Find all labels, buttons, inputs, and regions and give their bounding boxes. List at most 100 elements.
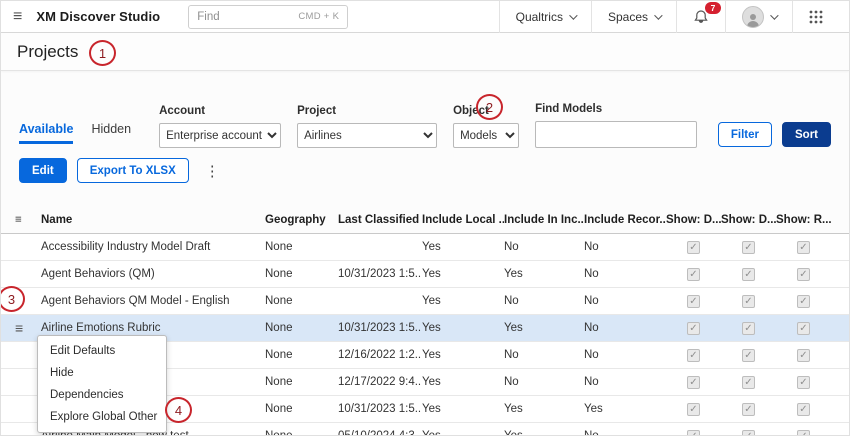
show-checkbox-icon: ✓ xyxy=(742,295,755,308)
row-show-cell: ✓ xyxy=(666,430,721,436)
row-show-cell: ✓ xyxy=(721,376,776,389)
column-show-1[interactable]: Show: D... xyxy=(666,214,721,226)
spaces-menu-label: Spaces xyxy=(608,10,648,24)
column-include-local[interactable]: Include Local ... xyxy=(422,214,504,226)
table-row[interactable]: Accessibility Industry Model DraftNoneYe… xyxy=(1,234,849,261)
edit-button[interactable]: Edit xyxy=(19,158,67,183)
annotation-callout-4: 4 xyxy=(165,397,192,423)
context-menu-item-hide[interactable]: Hide xyxy=(38,362,166,384)
tab-available[interactable]: Available xyxy=(19,122,73,144)
column-geography[interactable]: Geography xyxy=(265,214,338,226)
show-checkbox-icon: ✓ xyxy=(687,241,700,254)
show-checkbox-icon: ✓ xyxy=(797,295,810,308)
row-show-cell: ✓ xyxy=(776,295,831,308)
app-title: XM Discover Studio xyxy=(36,9,160,24)
row-show-cell: ✓ xyxy=(776,376,831,389)
project-select[interactable]: Airlines xyxy=(297,123,437,148)
column-last-classified[interactable]: Last Classified xyxy=(338,214,422,226)
table-header: ≡ Name Geography Last Classified Include… xyxy=(1,207,849,234)
qualtrics-menu-label: Qualtrics xyxy=(516,10,563,24)
row-include-local: Yes xyxy=(422,430,504,436)
find-models-label: Find Models xyxy=(535,103,697,115)
context-menu-item-edit-defaults[interactable]: Edit Defaults xyxy=(38,340,166,362)
account-menu[interactable] xyxy=(725,1,792,33)
show-checkbox-icon: ✓ xyxy=(687,268,700,281)
row-show-cell: ✓ xyxy=(666,268,721,281)
row-include-records: No xyxy=(584,322,666,334)
export-xlsx-button[interactable]: Export To XLSX xyxy=(77,158,189,183)
row-name[interactable]: Agent Behaviors QM Model - English xyxy=(41,295,265,307)
sort-button[interactable]: Sort xyxy=(782,122,831,147)
row-include-local: Yes xyxy=(422,295,504,307)
page-header: Projects xyxy=(1,33,849,71)
context-menu-item-dependencies[interactable]: Dependencies xyxy=(38,384,166,406)
row-name[interactable]: Airline Emotions Rubric xyxy=(41,322,265,334)
tab-hidden[interactable]: Hidden xyxy=(91,122,131,144)
column-include-records[interactable]: Include Recor... xyxy=(584,214,666,226)
row-show-cell: ✓ xyxy=(666,349,721,362)
row-last-classified: 10/31/2023 1:5... xyxy=(338,268,422,280)
row-geography: None xyxy=(265,403,338,415)
column-include-in[interactable]: Include In Inc... xyxy=(504,214,584,226)
show-checkbox-icon: ✓ xyxy=(742,349,755,362)
column-show-3[interactable]: Show: R... xyxy=(776,214,831,226)
row-include-local: Yes xyxy=(422,403,504,415)
row-drag-handle-icon[interactable]: ≡ xyxy=(15,320,41,336)
table-row[interactable]: Agent Behaviors QM Model - EnglishNone Ye… xyxy=(1,288,849,315)
kebab-menu-icon[interactable]: ⋮ xyxy=(199,160,226,182)
qualtrics-menu[interactable]: Qualtrics xyxy=(499,1,591,33)
account-select[interactable]: Enterprise account xyxy=(159,123,281,148)
row-geography: None xyxy=(265,241,338,253)
column-show-2[interactable]: Show: D... xyxy=(721,214,776,226)
row-include-local: Yes xyxy=(422,349,504,361)
filter-sort-buttons: Filter Sort xyxy=(718,122,831,148)
top-bar: ≡ XM Discover Studio CMD + K Qualtrics S… xyxy=(1,1,849,33)
show-checkbox-icon: ✓ xyxy=(687,349,700,362)
show-checkbox-icon: ✓ xyxy=(797,349,810,362)
notifications-button[interactable]: 7 xyxy=(676,1,725,33)
table-row[interactable]: Agent Behaviors (QM)None10/31/2023 1:5..… xyxy=(1,261,849,288)
drag-column-icon: ≡ xyxy=(15,214,41,226)
app-window: ≡ XM Discover Studio CMD + K Qualtrics S… xyxy=(0,0,850,436)
find-models-input[interactable] xyxy=(535,121,697,148)
project-label: Project xyxy=(297,105,437,117)
row-last-classified: 12/17/2022 9:4... xyxy=(338,376,422,388)
row-include-local: Yes xyxy=(422,376,504,388)
search-input[interactable] xyxy=(197,11,287,23)
app-switcher-button[interactable] xyxy=(792,1,839,33)
row-last-classified: 10/31/2023 1:5... xyxy=(338,403,422,415)
menu-hamburger-icon[interactable]: ≡ xyxy=(13,8,22,26)
show-checkbox-icon: ✓ xyxy=(742,241,755,254)
show-checkbox-icon: ✓ xyxy=(687,403,700,416)
show-checkbox-icon: ✓ xyxy=(742,430,755,436)
spaces-menu[interactable]: Spaces xyxy=(591,1,676,33)
action-toolbar: Edit Export To XLSX ⋮ xyxy=(1,148,849,183)
global-search[interactable]: CMD + K xyxy=(188,5,348,29)
object-select[interactable]: Models xyxy=(453,123,519,148)
row-show-cell: ✓ xyxy=(776,322,831,335)
search-shortcut-hint: CMD + K xyxy=(298,11,339,22)
column-name[interactable]: Name xyxy=(41,214,265,226)
row-include-in: No xyxy=(504,295,584,307)
row-name[interactable]: Agent Behaviors (QM) xyxy=(41,268,265,280)
row-geography: None xyxy=(265,295,338,307)
show-checkbox-icon: ✓ xyxy=(742,268,755,281)
row-include-records: No xyxy=(584,349,666,361)
row-include-in: No xyxy=(504,349,584,361)
chevron-down-icon xyxy=(654,11,662,19)
filter-button[interactable]: Filter xyxy=(718,122,772,147)
row-include-in: Yes xyxy=(504,430,584,436)
row-show-cell: ✓ xyxy=(666,295,721,308)
context-menu-item-explore-global-other[interactable]: Explore Global Other xyxy=(38,406,166,428)
row-show-cell: ✓ xyxy=(776,349,831,362)
filter-toolbar: Available Hidden Account Enterprise acco… xyxy=(1,71,849,148)
row-name[interactable]: Accessibility Industry Model Draft xyxy=(41,241,265,253)
row-include-local: Yes xyxy=(422,322,504,334)
annotation-callout-2: 2 xyxy=(476,94,503,120)
row-show-cell: ✓ xyxy=(721,295,776,308)
chevron-down-icon xyxy=(770,11,778,19)
show-checkbox-icon: ✓ xyxy=(687,322,700,335)
row-include-in: No xyxy=(504,241,584,253)
row-show-cell: ✓ xyxy=(776,241,831,254)
row-show-cell: ✓ xyxy=(776,268,831,281)
